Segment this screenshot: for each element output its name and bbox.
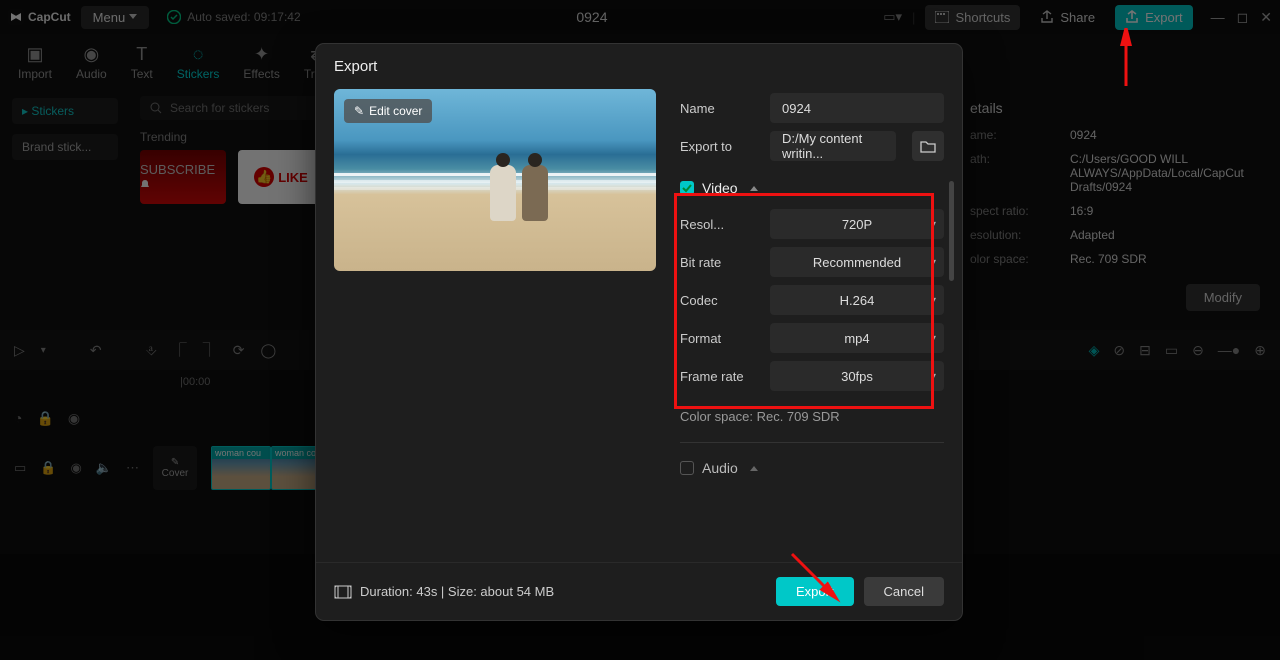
collapse-up-icon <box>750 466 758 471</box>
chevron-down-icon: ▾ <box>931 371 936 382</box>
framerate-label: Frame rate <box>680 369 760 384</box>
export-dialog: Export ✎ Edit cover Name 0924 Export to … <box>316 44 962 620</box>
resolution-select[interactable]: 720P▾ <box>770 209 944 239</box>
dialog-title: Export <box>316 44 962 89</box>
format-select[interactable]: mp4▾ <box>770 323 944 353</box>
bitrate-select[interactable]: Recommended▾ <box>770 247 944 277</box>
cancel-button[interactable]: Cancel <box>864 577 944 606</box>
bitrate-label: Bit rate <box>680 255 760 270</box>
exportto-path[interactable]: D:/My content writin... <box>770 131 896 161</box>
chevron-down-icon: ▾ <box>931 333 936 344</box>
resolution-label: Resol... <box>680 217 760 232</box>
export-confirm-button[interactable]: Export <box>776 577 854 606</box>
format-label: Format <box>680 331 760 346</box>
scrollbar[interactable] <box>949 181 954 281</box>
edit-cover-button[interactable]: ✎ Edit cover <box>344 99 432 123</box>
choose-folder-button[interactable] <box>912 131 944 161</box>
codec-label: Codec <box>680 293 760 308</box>
name-label: Name <box>680 101 760 116</box>
checkbox-empty-icon <box>680 461 694 475</box>
collapse-up-icon <box>750 186 758 191</box>
chevron-down-icon: ▾ <box>931 257 936 268</box>
cover-preview: ✎ Edit cover <box>334 89 656 271</box>
export-info: Duration: 43s | Size: about 54 MB <box>334 584 554 599</box>
codec-select[interactable]: H.264▾ <box>770 285 944 315</box>
chevron-down-icon: ▾ <box>931 219 936 230</box>
colorspace-info: Color space: Rec. 709 SDR <box>680 409 944 424</box>
name-input[interactable]: 0924 <box>770 93 944 123</box>
checkbox-checked-icon <box>680 181 694 195</box>
framerate-select[interactable]: 30fps▾ <box>770 361 944 391</box>
exportto-label: Export to <box>680 139 760 154</box>
folder-icon <box>920 139 936 153</box>
audio-section-toggle[interactable]: Audio <box>680 451 944 485</box>
film-icon <box>334 585 352 599</box>
chevron-down-icon: ▾ <box>931 295 936 306</box>
video-section-toggle[interactable]: Video <box>680 171 944 205</box>
pencil-icon: ✎ <box>354 104 364 118</box>
